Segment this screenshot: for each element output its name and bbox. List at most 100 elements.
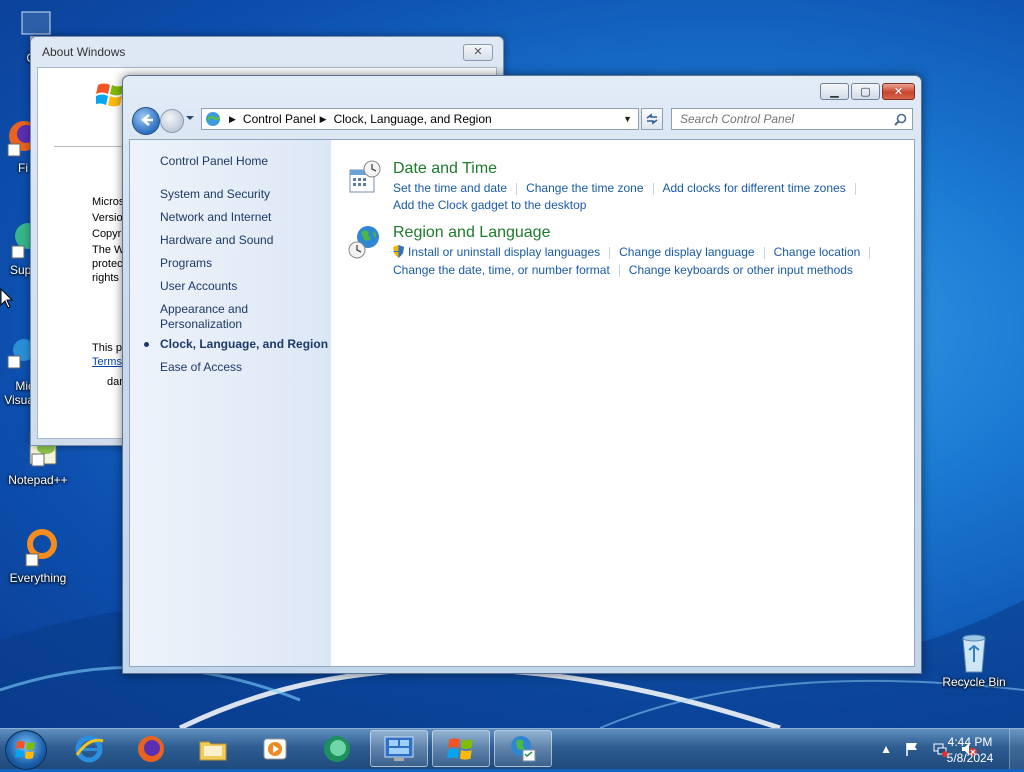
caption-buttons: ▁ ▢ ✕ [818,83,915,100]
clock-date: 5/8/2024 [946,751,994,765]
refresh-icon [646,113,658,125]
link-change-date-time-number-format[interactable]: Change the date, time, or number format [393,263,610,277]
link-change-keyboards[interactable]: Change keyboards or other input methods [629,263,853,277]
folder-icon [199,741,227,760]
show-hidden-icons-button[interactable]: ▲ [880,742,892,756]
link-install-display-languages[interactable]: Install or uninstall display languages [408,245,600,259]
main-content: Date and Time Set the time and date Chang… [331,140,914,666]
taskbar-control-panel[interactable] [494,730,552,767]
media-player-icon [263,738,287,759]
link-change-location[interactable]: Change location [774,245,861,259]
link-add-clock-gadget[interactable]: Add the Clock gadget to the desktop [393,198,586,212]
control-panel-icon [206,112,220,126]
mouse-cursor-icon [0,288,14,309]
show-desktop-button[interactable] [1009,729,1024,769]
license-terms-link[interactable]: Terms [92,354,122,370]
link-divider [609,246,611,259]
back-arrow-icon [141,114,153,126]
nav-hardware-and-sound[interactable]: Hardware and Sound [160,233,273,248]
control-panel-window: ▁ ▢ ✕ ▶ Control Panel ▶ Clock, Language,… [122,75,922,674]
navigation-bar: ▶ Control Panel ▶ Clock, Language, and R… [129,106,915,135]
dialog-close-button[interactable]: ✕ [463,44,493,61]
nav-appearance-and-personalization[interactable]: Appearance and Personalization [160,302,270,332]
active-item-bullet [144,342,149,347]
desktop-icon-label: Everything [9,571,67,585]
taskbar-internet-explorer[interactable] [60,730,118,767]
licensed-user: dar [107,376,123,388]
link-change-display-language[interactable]: Change display language [619,245,754,259]
link-set-time-and-date[interactable]: Set the time and date [393,181,507,195]
search-input[interactable] [678,111,892,127]
minimize-button[interactable]: ▁ [820,83,849,100]
windows-start-icon [15,741,35,759]
link-divider [652,182,654,195]
link-divider [869,246,871,259]
app-icon [324,735,350,762]
nav-programs[interactable]: Programs [160,256,212,271]
forward-button[interactable] [160,109,184,133]
category-links: Add the Clock gadget to the desktop [393,198,586,212]
nav-user-accounts[interactable]: User Accounts [160,279,237,294]
link-add-clocks[interactable]: Add clocks for different time zones [663,181,846,195]
recent-pages-dropdown[interactable] [185,114,195,124]
region-and-language-icon [348,226,379,259]
category-links: Set the time and date Change the time zon… [393,181,865,195]
date-and-time-icon [349,160,381,193]
left-navigation-pane: Control Panel Home System and Security N… [130,140,331,666]
region-and-language-icon [511,735,536,761]
back-button[interactable] [132,107,160,135]
category-heading[interactable]: Region and Language [393,224,550,242]
start-button[interactable] [5,730,47,770]
breadcrumb-current[interactable]: Clock, Language, and Region [334,112,492,126]
dialog-title: About Windows [42,45,126,59]
taskbar-media-player[interactable] [246,730,304,767]
category-links: Install or uninstall display languages Ch… [393,245,879,259]
taskbar: ▲ 4:44 PM 5/8/2024 [0,728,1024,770]
search-box[interactable] [671,108,913,130]
breadcrumb-arrow-icon[interactable]: ▶ [320,114,327,125]
chevron-down-icon [186,116,194,120]
taskbar-clock[interactable]: 4:44 PM 5/8/2024 [940,734,1000,766]
taskbar-about-windows[interactable] [432,730,490,767]
link-divider [516,182,518,195]
address-bar[interactable]: ▶ Control Panel ▶ Clock, Language, and R… [201,108,639,130]
window-body: Control Panel Home System and Security N… [129,139,915,667]
taskbar-app[interactable] [308,730,366,767]
clock-time: 4:44 PM [947,735,993,749]
windows-logo-icon [447,737,473,760]
address-dropdown-icon[interactable]: ▼ [623,114,632,124]
nav-control-panel-home[interactable]: Control Panel Home [160,154,268,169]
about-text-line: rights i [92,272,125,284]
computer-monitor-icon [384,736,414,761]
link-change-time-zone[interactable]: Change the time zone [526,181,643,195]
recycle-bin-icon [954,632,994,673]
desktop-icon-everything[interactable]: Everything [2,528,74,585]
everything-icon [18,528,58,568]
nav-system-and-security[interactable]: System and Security [160,187,270,202]
desktop-icon-label: Recycle Bin [942,675,1006,689]
nav-clock-language-and-region[interactable]: Clock, Language, and Region [160,337,328,352]
nav-ease-of-access[interactable]: Ease of Access [160,360,242,375]
desktop: Cor Fi Supe Mic Visua Notepad++ Everythi… [0,0,1024,728]
firefox-icon [138,735,164,762]
link-divider [618,264,620,277]
taskbar-file-explorer[interactable] [184,730,242,767]
internet-explorer-icon [75,735,104,762]
taskbar-firefox[interactable] [122,730,180,767]
nav-network-and-internet[interactable]: Network and Internet [160,210,271,225]
about-text-line: Copyri [92,228,124,240]
maximize-button[interactable]: ▢ [851,83,880,100]
search-icon[interactable] [894,113,907,126]
desktop-icon-label: Notepad++ [8,473,68,487]
category-heading[interactable]: Date and Time [393,160,497,178]
link-divider [854,182,856,195]
link-divider [763,246,765,259]
breadcrumb-control-panel[interactable]: Control Panel [243,112,316,126]
desktop-icon-recycle-bin[interactable]: Recycle Bin [938,632,1010,689]
refresh-button[interactable] [641,108,663,130]
taskbar-system-window[interactable] [370,730,428,767]
action-center-flag-icon[interactable] [904,741,920,757]
category-links: Change the date, time, or number format C… [393,263,853,277]
close-button[interactable]: ✕ [882,83,915,100]
breadcrumb-arrow-icon[interactable]: ▶ [229,114,236,125]
